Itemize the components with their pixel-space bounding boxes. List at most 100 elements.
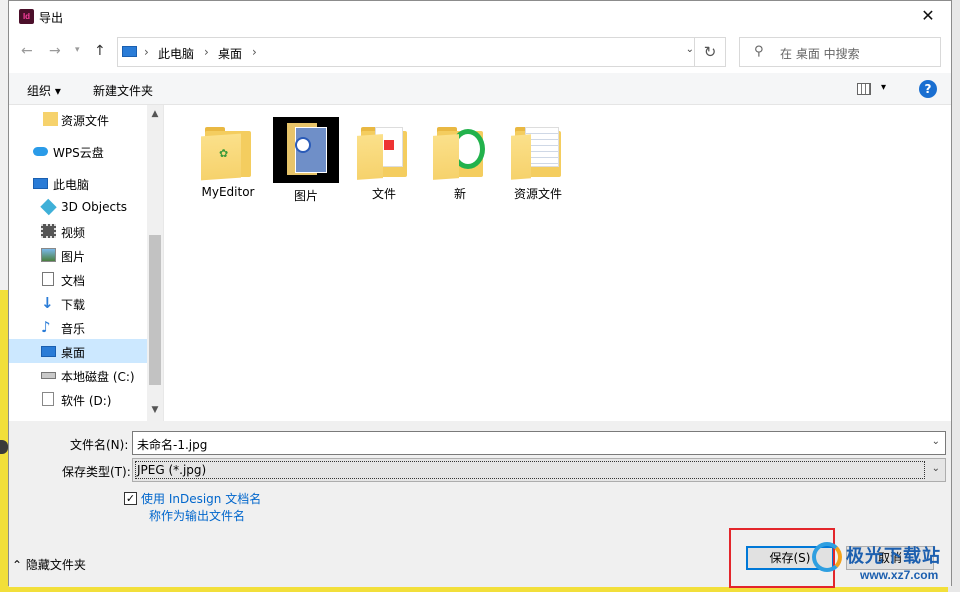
filetype-select[interactable]: JPEG (*.jpg) ⌄	[132, 458, 946, 482]
scroll-down-icon[interactable]: ▼	[147, 405, 163, 415]
nav-item-label: 文档	[61, 274, 86, 288]
file-item-files[interactable]: 文件	[346, 119, 422, 202]
nav-item-wps-cloud[interactable]: WPS云盘	[9, 139, 147, 163]
nav-item-desktop[interactable]: 桌面	[9, 339, 147, 363]
file-label: 文件	[371, 187, 396, 201]
breadcrumb-separator-icon: ›	[144, 45, 149, 59]
nav-item-label: 此电脑	[53, 178, 90, 192]
nav-item-pictures[interactable]: 图片	[9, 243, 147, 267]
organize-menu[interactable]: 组织 ▾	[27, 82, 61, 99]
filename-value: 未命名-1.jpg	[137, 438, 208, 452]
nav-item-label: 下载	[61, 298, 86, 312]
back-arrow-icon[interactable]: ←	[21, 43, 33, 59]
drive-icon	[42, 392, 54, 406]
search-input[interactable]: ⚲ 在 桌面 中搜索	[739, 37, 941, 67]
nav-item-software-d[interactable]: 软件 (D:)	[9, 387, 147, 411]
breadcrumb-separator-icon[interactable]: ›	[204, 45, 209, 59]
view-options-icon[interactable]	[857, 83, 871, 95]
document-icon	[42, 272, 54, 286]
breadcrumb-this-pc[interactable]: 此电脑	[158, 45, 194, 62]
filetype-label: 保存类型(T):	[62, 465, 131, 479]
computer-icon	[33, 178, 48, 189]
scroll-up-icon[interactable]: ▲	[147, 109, 163, 119]
nav-item-label: 资源文件	[61, 114, 110, 128]
folder-icon: ✿	[197, 119, 259, 181]
use-document-name-checkbox[interactable]: ✓	[124, 492, 137, 505]
file-item-resource-files[interactable]: 资源文件	[500, 119, 576, 202]
desktop-icon	[41, 346, 56, 357]
address-bar[interactable]: › 此电脑 › 桌面 › ⌄	[117, 37, 703, 67]
use-document-name-label-line2[interactable]: 称作为输出文件名	[149, 507, 245, 524]
file-item-new[interactable]: 新	[422, 119, 498, 202]
nav-item-downloads[interactable]: ↓ 下载	[9, 291, 147, 315]
drive-icon	[41, 372, 56, 379]
navigation-pane: 资源文件 WPS云盘 此电脑 3D Objects 视频 图片 文档 ↓ 下载	[9, 105, 163, 421]
filetype-value: JPEG (*.jpg)	[137, 463, 207, 477]
file-label: 新	[453, 187, 466, 201]
dialog-title: 导出	[39, 11, 64, 25]
search-placeholder: 在 桌面 中搜索	[780, 47, 860, 61]
nav-item-label: 音乐	[61, 322, 86, 336]
pictures-folder-icon	[273, 117, 339, 183]
file-item-pictures[interactable]: 图片	[268, 117, 344, 204]
filename-dropdown-icon[interactable]: ⌄	[932, 436, 940, 447]
cube-icon	[40, 198, 57, 216]
file-label: 图片	[293, 189, 318, 203]
cloud-icon	[33, 147, 48, 156]
chevron-up-icon: ⌃	[12, 558, 23, 572]
nav-item-label: 软件 (D:)	[61, 394, 112, 408]
nav-item-music[interactable]: ♪ 音乐	[9, 315, 147, 339]
command-toolbar: 组织 ▾ 新建文件夹 ▾ ?	[9, 73, 951, 105]
address-row: ← → ▾ ↑ › 此电脑 › 桌面 › ⌄ ↻ ⚲ 在 桌面 中搜索	[9, 33, 951, 73]
hide-folders-toggle[interactable]: ⌃ 隐藏文件夹	[12, 556, 86, 573]
nav-scrollbar[interactable]: ▲ ▼	[147, 105, 163, 421]
nav-item-label: 图片	[61, 250, 86, 264]
music-icon: ♪	[41, 318, 51, 336]
help-icon[interactable]: ?	[919, 80, 937, 98]
file-list: ✿ MyEditor 图片 文件 新 资源文件	[163, 105, 951, 421]
filename-input[interactable]: 未命名-1.jpg ⌄	[132, 431, 946, 455]
watermark: 极光下载站 www.xz7.com	[812, 538, 952, 588]
scrollbar-thumb[interactable]	[149, 235, 161, 385]
nav-item-label: WPS云盘	[53, 146, 104, 160]
search-icon: ⚲	[754, 44, 764, 59]
nav-item-label: 3D Objects	[61, 200, 128, 214]
video-icon	[41, 224, 56, 238]
file-label: 资源文件	[513, 187, 562, 201]
folder-icon	[353, 119, 415, 181]
nav-item-3d-objects[interactable]: 3D Objects	[9, 195, 147, 219]
forward-arrow-icon[interactable]: →	[49, 43, 61, 59]
breadcrumb-separator-icon[interactable]: ›	[252, 45, 257, 59]
file-item-myeditor[interactable]: ✿ MyEditor	[190, 119, 266, 199]
watermark-url: www.xz7.com	[860, 568, 939, 582]
address-dropdown-icon[interactable]: ⌄	[686, 44, 694, 55]
folder-icon	[507, 119, 569, 181]
indesign-app-icon: Id	[19, 9, 34, 24]
nav-item-label: 视频	[61, 226, 86, 240]
nav-item-videos[interactable]: 视频	[9, 219, 147, 243]
filename-label: 文件名(N):	[70, 438, 129, 452]
nav-item-this-pc[interactable]: 此电脑	[9, 171, 147, 195]
watermark-title: 极光下载站	[846, 546, 941, 567]
recent-locations-chevron-icon[interactable]: ▾	[75, 45, 80, 55]
computer-icon	[122, 46, 137, 57]
use-document-name-label[interactable]: 使用 InDesign 文档名	[141, 490, 261, 507]
refresh-button[interactable]: ↻	[694, 37, 726, 67]
up-arrow-icon[interactable]: ↑	[94, 43, 106, 59]
watermark-logo-icon	[812, 542, 842, 572]
breadcrumb-desktop[interactable]: 桌面	[218, 45, 242, 62]
new-folder-button[interactable]: 新建文件夹	[93, 82, 153, 99]
picture-icon	[41, 248, 56, 262]
download-icon: ↓	[41, 294, 54, 312]
folder-icon	[429, 119, 491, 181]
view-dropdown-icon[interactable]: ▾	[881, 82, 886, 93]
folder-icon	[43, 112, 58, 126]
close-button[interactable]: ✕	[905, 1, 951, 33]
nav-item-resource-files[interactable]: 资源文件	[9, 107, 147, 131]
nav-item-label: 本地磁盘 (C:)	[61, 370, 135, 384]
filetype-dropdown-icon[interactable]: ⌄	[932, 463, 940, 474]
file-label: MyEditor	[201, 185, 255, 199]
nav-item-documents[interactable]: 文档	[9, 267, 147, 291]
nav-item-label: 桌面	[61, 346, 86, 360]
nav-item-local-disk-c[interactable]: 本地磁盘 (C:)	[9, 363, 147, 387]
